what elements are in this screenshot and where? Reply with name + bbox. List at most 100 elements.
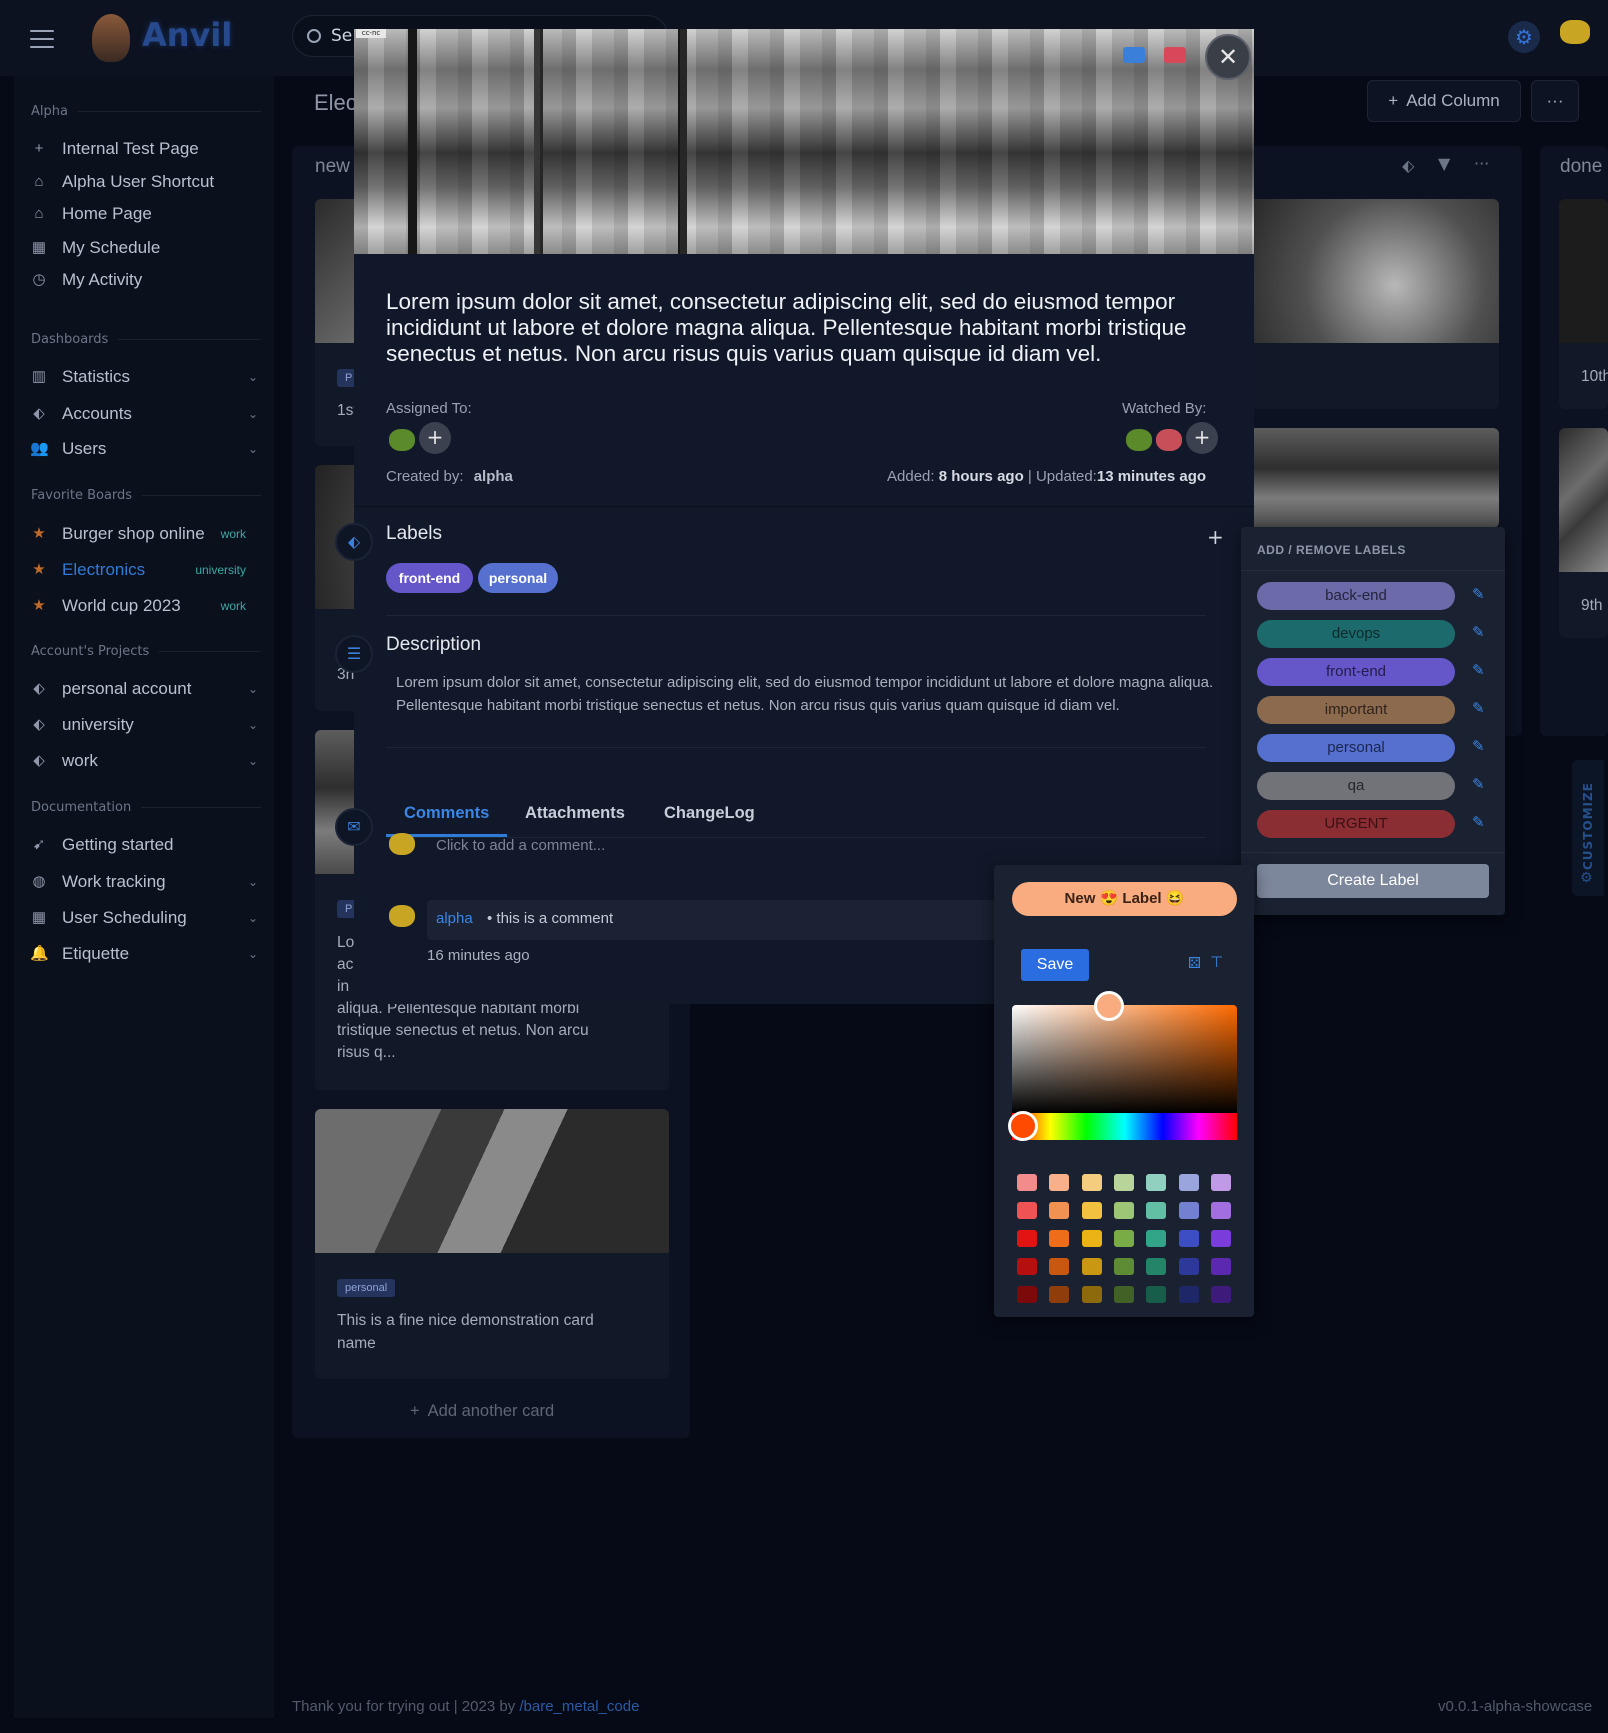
watcher-avatar[interactable]: [1156, 429, 1182, 451]
color-swatch[interactable]: [1146, 1174, 1167, 1191]
color-swatch[interactable]: [1049, 1286, 1070, 1303]
card-detail-title[interactable]: Lorem ipsum dolor sit amet, consectetur …: [386, 289, 1221, 367]
add-watcher-button[interactable]: +: [1186, 422, 1218, 454]
color-swatch[interactable]: [1146, 1258, 1167, 1275]
board-card[interactable]: 9th: [1559, 428, 1608, 638]
sidebar-item-work[interactable]: ⬖ work ⌄: [30, 746, 268, 776]
sidebar-item-my-schedule[interactable]: ▦ My Schedule: [30, 233, 268, 263]
edit-label-icon[interactable]: ✎: [1472, 813, 1485, 831]
comment-author[interactable]: alpha: [436, 910, 473, 927]
color-swatch[interactable]: [1146, 1286, 1167, 1303]
board-card[interactable]: [1238, 428, 1499, 528]
color-swatch[interactable]: [1017, 1174, 1037, 1191]
customize-tab[interactable]: CUSTOMIZE ⚙: [1572, 760, 1604, 896]
label-pill-personal[interactable]: personal: [478, 563, 558, 593]
color-swatch[interactable]: [1146, 1230, 1167, 1247]
color-swatch[interactable]: [1049, 1258, 1070, 1275]
sidebar-item-work-tracking[interactable]: ◍ Work tracking ⌄: [30, 867, 268, 897]
description-text[interactable]: Lorem ipsum dolor sit amet, consectetur …: [396, 671, 1216, 717]
edit-label-icon[interactable]: ✎: [1472, 623, 1485, 641]
footer-link[interactable]: /bare_metal_code: [519, 1698, 639, 1715]
tag-filter-icon[interactable]: ⬖: [1402, 156, 1414, 175]
add-assignee-button[interactable]: +: [419, 422, 451, 454]
add-label-plus-icon[interactable]: +: [1207, 525, 1224, 549]
add-comment-input[interactable]: Click to add a comment...: [436, 837, 605, 854]
color-swatch[interactable]: [1017, 1202, 1037, 1219]
edit-label-icon[interactable]: ✎: [1472, 737, 1485, 755]
sidebar-item-home-page[interactable]: ⌂ Home Page: [30, 199, 268, 229]
label-option-front-end[interactable]: front-end: [1257, 658, 1455, 686]
color-swatch[interactable]: [1017, 1230, 1037, 1247]
sidebar-item-university[interactable]: ⬖ university ⌄: [30, 710, 268, 740]
color-swatch[interactable]: [1081, 1258, 1102, 1275]
color-swatch[interactable]: [1146, 1202, 1167, 1219]
color-swatch[interactable]: [1017, 1286, 1037, 1303]
color-swatch[interactable]: [1081, 1174, 1102, 1191]
tab-attachments[interactable]: Attachments: [525, 804, 625, 823]
add-another-card-button[interactable]: + Add another card: [410, 1402, 554, 1421]
sidebar-item-accounts[interactable]: ⬖ Accounts ⌄: [30, 399, 268, 429]
label-option-important[interactable]: important: [1257, 696, 1455, 724]
color-swatch[interactable]: [1049, 1202, 1070, 1219]
hue-slider[interactable]: [1012, 1113, 1237, 1140]
color-swatch[interactable]: [1210, 1286, 1231, 1303]
random-color-icon[interactable]: ⚄: [1188, 954, 1201, 972]
save-label-button[interactable]: Save: [1021, 949, 1089, 981]
board-card[interactable]: personal This is a fine nice demonstrati…: [315, 1109, 669, 1379]
sidebar-item-internal-test-page[interactable]: + Internal Test Page: [30, 134, 268, 164]
color-swatch[interactable]: [1113, 1286, 1134, 1303]
label-pill-front-end[interactable]: front-end: [386, 563, 473, 593]
color-swatch[interactable]: [1113, 1230, 1134, 1247]
color-swatch[interactable]: [1210, 1230, 1231, 1247]
remove-image-icon[interactable]: [1164, 47, 1186, 63]
hue-handle[interactable]: [1008, 1111, 1038, 1141]
color-swatch[interactable]: [1113, 1258, 1134, 1275]
filter-icon[interactable]: ▼: [1438, 154, 1450, 173]
tab-comments[interactable]: Comments: [404, 804, 489, 823]
tab-changelog[interactable]: ChangeLog: [664, 804, 755, 823]
hamburger-menu-icon[interactable]: [30, 30, 54, 48]
label-option-back-end[interactable]: back-end: [1257, 582, 1455, 610]
image-icon[interactable]: [1123, 47, 1145, 63]
edit-label-icon[interactable]: ✎: [1472, 775, 1485, 793]
add-column-button[interactable]: + Add Column: [1367, 80, 1521, 122]
color-swatch[interactable]: [1081, 1202, 1102, 1219]
color-swatch[interactable]: [1017, 1258, 1037, 1275]
sidebar-item-getting-started[interactable]: ➹ Getting started: [30, 830, 268, 860]
user-avatar[interactable]: [1560, 20, 1590, 44]
color-swatch[interactable]: [1178, 1286, 1199, 1303]
color-swatch[interactable]: [1178, 1258, 1199, 1275]
label-option-urgent[interactable]: URGENT: [1257, 810, 1455, 838]
saturation-handle[interactable]: [1094, 991, 1124, 1021]
sidebar-item-etiquette[interactable]: 🔔 Etiquette ⌄: [30, 939, 268, 969]
board-more-button[interactable]: ···: [1531, 80, 1579, 122]
color-swatch[interactable]: [1113, 1174, 1134, 1191]
label-option-personal[interactable]: personal: [1257, 734, 1455, 762]
column-more-icon[interactable]: ···: [1474, 154, 1489, 173]
label-option-devops[interactable]: devops: [1257, 620, 1455, 648]
sidebar-item-my-activity[interactable]: ◷ My Activity: [30, 265, 268, 295]
sidebar-item-world-cup-2023[interactable]: ★ World cup 2023 work: [30, 591, 268, 621]
color-swatch[interactable]: [1210, 1258, 1231, 1275]
saturation-picker[interactable]: [1012, 1005, 1237, 1113]
color-swatch[interactable]: [1178, 1230, 1199, 1247]
color-swatch[interactable]: [1081, 1230, 1102, 1247]
color-swatch[interactable]: [1178, 1174, 1199, 1191]
edit-label-icon[interactable]: ✎: [1472, 585, 1485, 603]
sidebar-item-electronics[interactable]: ★ Electronics university: [30, 555, 268, 585]
sidebar-item-alpha-user-shortcut[interactable]: ⌂ Alpha User Shortcut: [30, 167, 268, 197]
color-swatch[interactable]: [1081, 1286, 1102, 1303]
board-card[interactable]: 10th: [1559, 199, 1608, 409]
sidebar-item-burger-shop-online[interactable]: ★ Burger shop online work: [30, 519, 268, 549]
paint-roller-icon[interactable]: ⊤: [1210, 953, 1223, 971]
color-swatch[interactable]: [1210, 1174, 1231, 1191]
settings-gear-icon[interactable]: ⚙: [1508, 21, 1540, 53]
sidebar-item-personal-account[interactable]: ⬖ personal account ⌄: [30, 674, 268, 704]
color-swatch[interactable]: [1178, 1202, 1199, 1219]
watcher-avatar[interactable]: [1126, 429, 1152, 451]
label-option-qa[interactable]: qa: [1257, 772, 1455, 800]
edit-label-icon[interactable]: ✎: [1472, 661, 1485, 679]
sidebar-item-statistics[interactable]: ▥ Statistics ⌄: [30, 362, 268, 392]
color-swatch[interactable]: [1113, 1202, 1134, 1219]
sidebar-item-user-scheduling[interactable]: ▦ User Scheduling ⌄: [30, 903, 268, 933]
